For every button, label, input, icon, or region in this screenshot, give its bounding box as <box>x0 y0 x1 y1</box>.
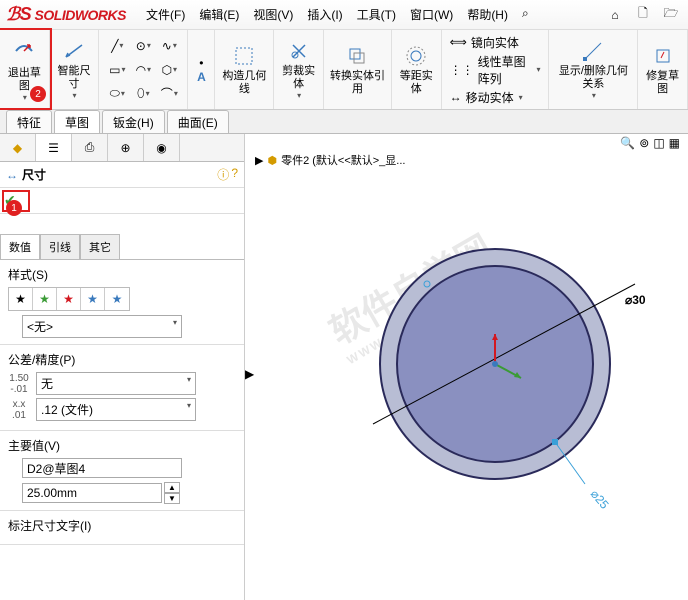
precision-icon: x.x.01 <box>8 399 30 421</box>
sketch-canvas: ⌀25 ⌀30 <box>255 154 685 584</box>
annotation-1: 1 <box>6 200 22 216</box>
menu-bar: 文件(F) 编辑(E) 视图(V) 插入(I) 工具(T) 窗口(W) 帮助(H… <box>146 6 529 23</box>
circle-tool-icon[interactable]: ⊙▾ <box>131 35 155 57</box>
polygon-tool-icon[interactable]: ⬡▾ <box>157 59 181 81</box>
transform-group: ⟺镜向实体 ⋮⋮线性草图阵列▾ ↔移动实体▾ <box>442 30 550 109</box>
ribbon: 退出草图 ▾ 2 智能尺寸 ▾ ╱▾ ⊙▾ ∿▾ ▭▾ ◠▾ ⬡▾ ⬭▾ ⬯▾ … <box>0 30 688 110</box>
menu-file[interactable]: 文件(F) <box>146 6 185 23</box>
move-button[interactable]: ↔移动实体▾ <box>450 89 523 106</box>
new-doc-icon[interactable]: 🗋 <box>632 4 654 26</box>
side-tab-config-icon[interactable]: ⎙ <box>72 134 108 161</box>
help2-icon[interactable]: ? <box>231 166 238 183</box>
menu-search-icon[interactable]: ⌕ <box>522 6 529 23</box>
trim-entity-button[interactable]: 剪裁实体 ▾ <box>274 30 324 109</box>
arc-tool-icon[interactable]: ◠▾ <box>131 59 155 81</box>
side-tab-property-icon[interactable]: ☰ <box>36 134 72 161</box>
construction-geom-button[interactable]: 构造几何线 <box>215 30 274 109</box>
help-icon[interactable]: ⓘ <box>217 166 229 183</box>
dim-name-input[interactable] <box>22 458 182 478</box>
vp-zoom-icon[interactable]: ⊚ <box>639 136 649 150</box>
tab-sheetmetal[interactable]: 钣金(H) <box>102 110 165 133</box>
repair-icon <box>651 44 675 68</box>
convert-entity-button[interactable]: 转换实体引用 <box>324 30 392 109</box>
menu-tools[interactable]: 工具(T) <box>357 6 396 23</box>
subtab-other[interactable]: 其它 <box>80 234 120 259</box>
text-tool-icon[interactable]: A <box>197 70 206 84</box>
repair-sketch-button[interactable]: 修复草图 <box>638 30 688 109</box>
trim-icon <box>287 39 311 63</box>
dimension-icon: ↔ <box>6 168 18 182</box>
style-select[interactable]: <无>▾ <box>22 315 182 338</box>
dim-value-input[interactable] <box>22 483 162 503</box>
style-delete-icon[interactable]: ★ <box>57 288 81 310</box>
menu-window[interactable]: 窗口(W) <box>410 6 453 23</box>
dimtext-label: 标注尺寸文字(I) <box>8 517 236 534</box>
line-tool-icon[interactable]: ╱▾ <box>105 35 129 57</box>
tolerance-icon: 1.50-.01 <box>8 373 30 395</box>
precision-select[interactable]: .12 (文件)▾ <box>36 398 196 421</box>
title-bar: ℬS SOLIDWORKS 文件(F) 编辑(E) 视图(V) 插入(I) 工具… <box>0 0 688 30</box>
display-relations-button[interactable]: 显示/删除几何关系 ▾ <box>549 30 638 109</box>
graphics-viewport[interactable]: 🔍 ⊚ ◫ ▦ ▶ ⬢ 零件2 (默认<<默认>_显... 软件自学网 WWW.… <box>245 134 688 600</box>
tolerance-select[interactable]: 无▾ <box>36 372 196 395</box>
menu-insert[interactable]: 插入(I) <box>307 6 342 23</box>
flyout-expand-icon[interactable]: ▶ <box>245 367 255 381</box>
app-logo: ℬS SOLIDWORKS <box>6 4 126 25</box>
tab-surface[interactable]: 曲面(E) <box>167 110 229 133</box>
subtab-value[interactable]: 数值 <box>0 234 40 259</box>
side-tab-dimxpert-icon[interactable]: ⊕ <box>108 134 144 161</box>
relations-icon <box>581 39 605 63</box>
command-tabs: 特征 草图 钣金(H) 曲面(E) <box>0 110 688 134</box>
sketch-tools-grid: ╱▾ ⊙▾ ∿▾ ▭▾ ◠▾ ⬡▾ ⬭▾ ⬯▾ ⌒▾ <box>99 30 188 109</box>
spin-down-icon[interactable]: ▼ <box>164 493 180 504</box>
smart-dimension-button[interactable]: 智能尺寸 ▾ <box>50 30 100 109</box>
menu-edit[interactable]: 编辑(E) <box>199 6 239 23</box>
panel-title: 尺寸 <box>22 166 217 183</box>
convert-icon <box>345 44 369 68</box>
pattern-button[interactable]: ⋮⋮线性草图阵列▾ <box>450 53 541 87</box>
point-tool-icon[interactable]: • <box>199 56 203 70</box>
side-tab-appearance-icon[interactable]: ◉ <box>144 134 180 161</box>
home-icon[interactable]: ⌂ <box>604 4 626 26</box>
spline-tool-icon[interactable]: ∿▾ <box>157 35 181 57</box>
pattern-icon: ⋮⋮ <box>450 63 474 77</box>
move-icon: ↔ <box>450 90 462 104</box>
dim-outer-text[interactable]: ⌀30 <box>625 293 646 307</box>
fillet-tool-icon[interactable]: ⌒▾ <box>157 83 181 105</box>
dimension-icon <box>62 39 86 63</box>
exit-sketch-button[interactable]: 退出草图 ▾ 2 <box>0 30 50 109</box>
tab-feature[interactable]: 特征 <box>6 110 52 133</box>
vp-search-icon[interactable]: 🔍 <box>620 136 635 150</box>
side-tab-feature-icon[interactable]: ◆ <box>0 134 36 161</box>
tab-sketch[interactable]: 草图 <box>54 110 100 133</box>
open-doc-icon[interactable]: 🗁 <box>660 4 682 26</box>
mainvalue-label: 主要值(V) <box>8 437 236 454</box>
offset-entity-button[interactable]: 等距实体 <box>392 30 442 109</box>
style-load-icon[interactable]: ★ <box>105 288 129 310</box>
style-buttons: ★ ★ ★ ★ ★ <box>8 287 130 311</box>
property-manager: ◆ ☰ ⎙ ⊕ ◉ ↔ 尺寸 ⓘ ? ✔ 1 数值 引线 其它 样式(S) <box>0 134 245 600</box>
construction-icon <box>232 44 256 68</box>
spin-up-icon[interactable]: ▲ <box>164 482 180 493</box>
vp-display-icon[interactable]: ▦ <box>669 136 680 150</box>
style-apply-icon[interactable]: ★ <box>9 288 33 310</box>
offset-icon <box>404 44 428 68</box>
tolerance-label: 公差/精度(P) <box>8 351 236 368</box>
slot-tool-icon[interactable]: ⬭▾ <box>105 83 129 105</box>
vp-section-icon[interactable]: ◫ <box>653 136 664 150</box>
ellipse-tool-icon[interactable]: ⬯▾ <box>131 83 155 105</box>
subtab-leader[interactable]: 引线 <box>40 234 80 259</box>
point-text-group: • A <box>188 30 215 109</box>
rect-tool-icon[interactable]: ▭▾ <box>105 59 129 81</box>
dim-inner-text[interactable]: ⌀25 <box>588 487 612 512</box>
menu-help[interactable]: 帮助(H) <box>467 6 508 23</box>
style-add-icon[interactable]: ★ <box>33 288 57 310</box>
annotation-2: 2 <box>30 86 46 102</box>
menu-view[interactable]: 视图(V) <box>253 6 293 23</box>
mirror-icon: ⟺ <box>450 35 467 49</box>
style-label: 样式(S) <box>8 266 236 283</box>
style-save-icon[interactable]: ★ <box>81 288 105 310</box>
mirror-button[interactable]: ⟺镜向实体 <box>450 34 519 51</box>
